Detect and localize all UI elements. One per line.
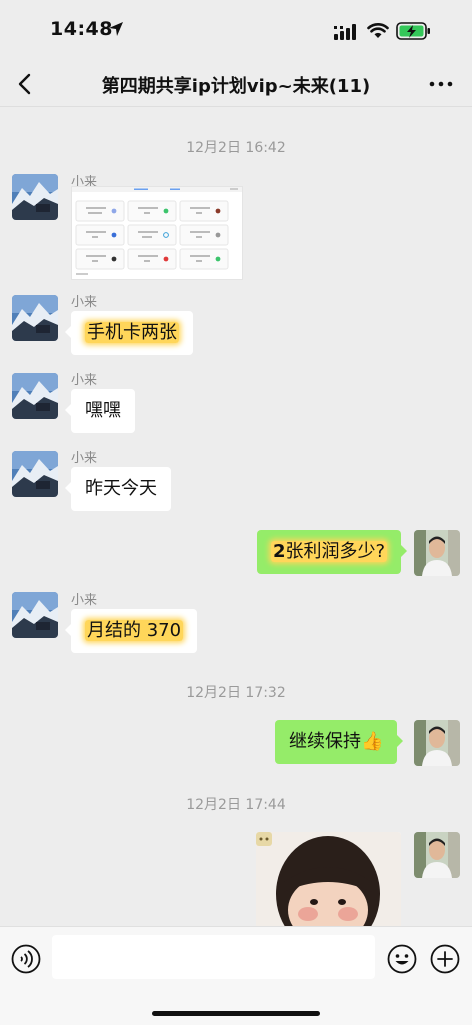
message-text: 手机卡两张 bbox=[85, 322, 179, 343]
image-message[interactable] bbox=[256, 832, 401, 932]
status-bar: 14:48 bbox=[0, 0, 472, 62]
baby-photo bbox=[256, 832, 401, 932]
message-bubble[interactable]: 继续保持👍 bbox=[275, 720, 404, 764]
mountain-avatar-image bbox=[12, 451, 58, 497]
chat-header: 第四期共享ip计划vip~未来(11) bbox=[0, 62, 472, 107]
message-text: 张利润多少? bbox=[285, 541, 386, 562]
mountain-avatar-image bbox=[12, 373, 58, 419]
my-avatar[interactable] bbox=[414, 720, 460, 766]
sticker-badge-icon bbox=[256, 832, 272, 846]
avatar[interactable] bbox=[12, 373, 58, 419]
message-timestamp: 12月2日 16:42 bbox=[186, 140, 286, 156]
cellular-signal-icon bbox=[334, 24, 356, 40]
message-timestamp: 12月2日 17:32 bbox=[186, 685, 286, 701]
home-indicator bbox=[152, 1011, 320, 1016]
person-avatar-image bbox=[414, 530, 460, 576]
input-bar bbox=[0, 926, 472, 1025]
mountain-avatar-image bbox=[12, 295, 58, 341]
more-options-icon[interactable] bbox=[426, 70, 456, 98]
mountain-avatar-image bbox=[12, 174, 58, 220]
add-attachment-icon[interactable] bbox=[430, 944, 460, 974]
screenshot-thumbnail bbox=[72, 187, 242, 279]
sender-name: 小来 bbox=[71, 593, 98, 608]
avatar[interactable] bbox=[12, 174, 58, 220]
chat-title: 第四期共享ip计划vip~未来(11) bbox=[101, 76, 371, 97]
sender-name: 小来 bbox=[71, 451, 98, 466]
message-text-bold: 2 bbox=[273, 541, 286, 562]
message-bubble[interactable]: 2张利润多少? bbox=[257, 530, 408, 574]
person-avatar-image bbox=[414, 832, 460, 878]
avatar[interactable] bbox=[12, 451, 58, 497]
avatar[interactable] bbox=[12, 592, 58, 638]
message-bubble[interactable]: 月结的 370 bbox=[64, 609, 198, 653]
message-timestamp: 12月2日 17:44 bbox=[186, 797, 286, 813]
wifi-icon bbox=[367, 23, 389, 38]
mountain-avatar-image bbox=[12, 592, 58, 638]
message-text: 昨天今天 bbox=[85, 478, 157, 499]
avatar[interactable] bbox=[12, 295, 58, 341]
my-avatar[interactable] bbox=[414, 832, 460, 878]
message-text: 月结的 370 bbox=[85, 620, 184, 641]
message-input[interactable] bbox=[52, 935, 375, 979]
location-arrow-icon bbox=[109, 22, 123, 36]
back-icon[interactable] bbox=[12, 70, 40, 98]
message-text: 继续保持👍 bbox=[289, 731, 384, 752]
battery-charging-icon bbox=[396, 22, 430, 40]
message-text: 嘿嘿 bbox=[85, 400, 121, 421]
sender-name: 小来 bbox=[71, 373, 98, 388]
sender-name: 小来 bbox=[71, 295, 98, 310]
message-bubble[interactable]: 昨天今天 bbox=[65, 467, 171, 511]
message-bubble[interactable]: 嘿嘿 bbox=[65, 389, 135, 433]
status-time: 14:48 bbox=[50, 18, 113, 40]
message-bubble[interactable]: 手机卡两张 bbox=[65, 311, 193, 355]
voice-input-icon[interactable] bbox=[11, 944, 41, 974]
image-message[interactable] bbox=[71, 186, 243, 280]
my-avatar[interactable] bbox=[414, 530, 460, 576]
person-avatar-image bbox=[414, 720, 460, 766]
emoji-icon[interactable] bbox=[387, 944, 417, 974]
